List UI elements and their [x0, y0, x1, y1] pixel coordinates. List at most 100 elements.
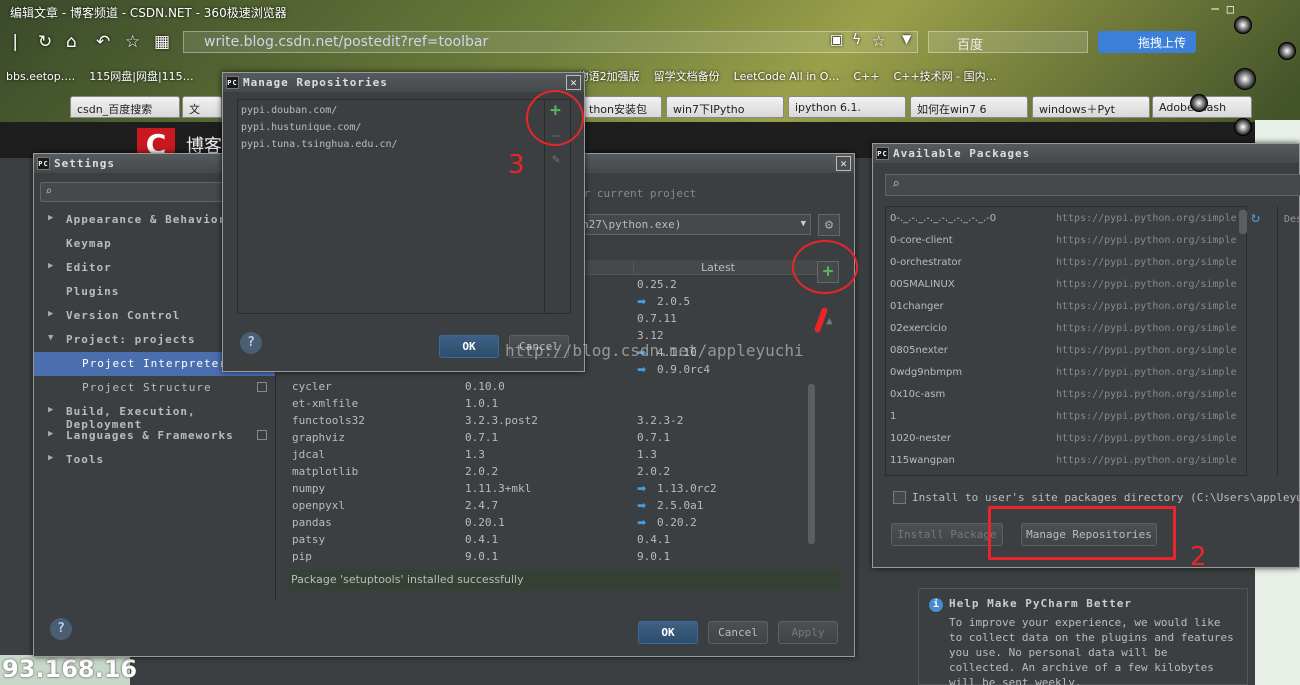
expand-arrow-icon: ▶ — [48, 429, 55, 439]
list-item[interactable]: 115wangpan https://pypi.python.org/simple — [890, 451, 1240, 473]
info-icon: i — [929, 598, 943, 612]
table-row[interactable]: pip 9.0.1 9.0.1 — [292, 548, 812, 565]
bookmark-item[interactable]: LeetCode All in O… — [734, 70, 840, 83]
browser-tab[interactable]: 如何在win7 6 — [910, 96, 1028, 118]
package-search-input[interactable]: ⌕ — [885, 174, 1300, 196]
search-engine-input[interactable]: 百度 — [928, 31, 1088, 53]
lightning-icon[interactable]: ϟ — [852, 32, 861, 48]
table-row[interactable]: matplotlib 2.0.2 2.0.2 — [292, 463, 812, 480]
package-name: 0-core-client — [890, 235, 953, 246]
list-item[interactable]: pypi.hustunique.com/ — [241, 122, 361, 133]
package-latest: 0.4.1 — [637, 533, 671, 546]
bookmark-item[interactable]: 115网盘|网盘|115… — [89, 68, 193, 84]
bookmark-item[interactable]: 物语2加强版 — [578, 68, 640, 84]
edit-pencil-icon[interactable]: ✎ — [552, 152, 560, 167]
tree-item-tools[interactable]: ▶ Tools — [34, 448, 275, 472]
bookmark-star-icon[interactable]: ☆ — [872, 32, 885, 50]
tree-item-build[interactable]: ▶ Build, Execution, Deployment — [34, 400, 275, 431]
package-name: 01changer — [890, 301, 944, 312]
back-icon[interactable]: ❘ — [8, 32, 22, 52]
table-row[interactable]: functools32 3.2.3.post2 3.2.3-2 — [292, 412, 812, 429]
list-item[interactable]: 1 https://pypi.python.org/simple — [890, 407, 1240, 429]
browser-tab[interactable]: csdn_百度搜索 — [70, 96, 180, 118]
table-row[interactable]: et-xmlfile 1.0.1 — [292, 395, 812, 412]
browser-tab[interactable]: ipython 6.1. — [788, 96, 906, 118]
tree-item-languages[interactable]: ▶ Languages & Frameworks — [34, 424, 275, 448]
package-list-scrollbar-thumb[interactable] — [1239, 210, 1247, 234]
package-name: 0wdg9nbmpm — [890, 367, 963, 378]
tree-item-label: Project: projects — [66, 333, 196, 346]
package-name: patsy — [292, 533, 326, 546]
browser-tab[interactable]: 文 — [182, 96, 222, 118]
table-row[interactable]: patsy 0.4.1 0.4.1 — [292, 531, 812, 548]
apply-button[interactable]: Apply — [778, 621, 838, 644]
package-version: 0.10.0 — [465, 380, 505, 393]
address-bar[interactable]: write.blog.csdn.net/postedit?ref=toolbar — [183, 31, 918, 53]
expand-arrow-icon: ▶ — [48, 405, 55, 415]
list-item[interactable]: pypi.douban.com/ — [241, 105, 337, 116]
home-icon[interactable]: ⌂ — [66, 32, 77, 52]
reload-icon[interactable]: ↻ — [1251, 208, 1260, 226]
undo-icon[interactable]: ↶ — [96, 32, 110, 52]
list-item[interactable]: 0805nexter https://pypi.python.org/simple — [890, 341, 1240, 363]
bookmark-item[interactable]: 留学文档备份 — [654, 68, 720, 84]
table-row[interactable]: openpyxl 2.4.7 ➡ 2.5.0a1 — [292, 497, 812, 514]
qr-icon[interactable]: ▣ — [830, 32, 843, 48]
close-icon[interactable]: ✕ — [566, 75, 581, 90]
list-item[interactable]: 0x10c-asm https://pypi.python.org/simple — [890, 385, 1240, 407]
tree-item-label: Tools — [66, 453, 105, 466]
list-item[interactable]: 0wdg9nbmpm https://pypi.python.org/simple — [890, 363, 1240, 385]
bookmark-item[interactable]: C++ — [853, 70, 879, 83]
bookmark-item[interactable]: bbs.eetop.… — [6, 70, 75, 83]
ok-button[interactable]: OK — [439, 335, 499, 358]
browser-tab[interactable]: thon安装包 — [582, 96, 662, 118]
package-name: matplotlib — [292, 465, 359, 478]
gear-icon[interactable]: ⚙ — [818, 214, 840, 236]
table-row[interactable]: graphviz 0.7.1 0.7.1 — [292, 429, 812, 446]
tree-item-project-structure[interactable]: Project Structure — [34, 376, 275, 400]
table-row[interactable]: jdcal 1.3 1.3 — [292, 446, 812, 463]
cloud-upload-button[interactable]: 拖拽上传 — [1098, 31, 1196, 53]
table-row[interactable]: cycler 0.10.0 — [292, 378, 812, 395]
browser-tab[interactable]: win7下IPytho — [666, 96, 784, 118]
refresh-icon[interactable]: ↻ — [38, 32, 52, 52]
maximize-icon[interactable]: □ — [1227, 2, 1234, 16]
favorite-star-icon[interactable]: ☆ — [125, 32, 140, 52]
list-item[interactable]: 00SMALINUX https://pypi.python.org/simple — [890, 275, 1240, 297]
table-row[interactable]: pandas 0.20.1 ➡ 0.20.2 — [292, 514, 812, 531]
tab-strip: csdn_百度搜索 文 thon安装包 win7下IPytho ipython … — [0, 94, 1300, 120]
list-item[interactable]: 0-orchestrator https://pypi.python.org/si… — [890, 253, 1240, 275]
package-url: https://pypi.python.org/simple — [1056, 411, 1237, 422]
pycharm-icon: PC — [37, 157, 50, 170]
help-icon[interactable]: ? — [50, 618, 72, 640]
table-row[interactable]: numpy 1.11.3+mkl ➡ 1.13.0rc2 — [292, 480, 812, 497]
notification-body: To improve your experience, we would lik… — [949, 616, 1234, 685]
search-icon: ⌕ — [45, 184, 53, 198]
install-to-user-checkbox[interactable] — [893, 491, 906, 504]
ok-button[interactable]: OK — [638, 621, 698, 644]
close-icon[interactable]: ✕ — [836, 156, 851, 171]
description-panel: Des — [1277, 206, 1300, 476]
help-icon[interactable]: ? — [240, 332, 262, 354]
bookmark-item[interactable]: C++技术网 - 国内… — [894, 68, 997, 84]
status-message: Package 'setuptools' installed successfu… — [289, 570, 841, 590]
packages-scrollbar-thumb[interactable] — [808, 384, 815, 544]
interpreter-select[interactable]: n27\python.exe) ▼ — [577, 214, 811, 235]
list-item[interactable]: pypi.tuna.tsinghua.edu.cn/ — [241, 139, 398, 150]
list-item[interactable]: 1020-nester https://pypi.python.org/simpl… — [890, 429, 1240, 451]
apps-grid-icon[interactable]: ▦ — [154, 32, 170, 52]
expand-arrow-icon: ▶ — [48, 213, 55, 223]
browser-tab[interactable]: windows＋Pyt — [1032, 96, 1150, 118]
manage-repos-title: PC Manage Repositories — [223, 73, 584, 92]
tree-item-label: Editor — [66, 261, 112, 274]
list-item[interactable]: 0-core-client https://pypi.python.org/sim… — [890, 231, 1240, 253]
cancel-button[interactable]: Cancel — [708, 621, 768, 644]
list-item[interactable]: 01changer https://pypi.python.org/simple — [890, 297, 1240, 319]
install-package-button[interactable]: Install Package — [891, 523, 1003, 546]
list-item[interactable]: 0-._.-._.-._.-._.-._.-._.-0 https://pypi.… — [890, 209, 1240, 231]
minimize-icon[interactable]: ─ — [1212, 2, 1219, 16]
tree-item-label: Project Interpreter — [82, 357, 227, 370]
dropdown-icon[interactable]: ▼ — [902, 32, 911, 46]
annotation-number-2: 2 — [1190, 542, 1207, 572]
list-item[interactable]: 02exercicio https://pypi.python.org/simpl… — [890, 319, 1240, 341]
